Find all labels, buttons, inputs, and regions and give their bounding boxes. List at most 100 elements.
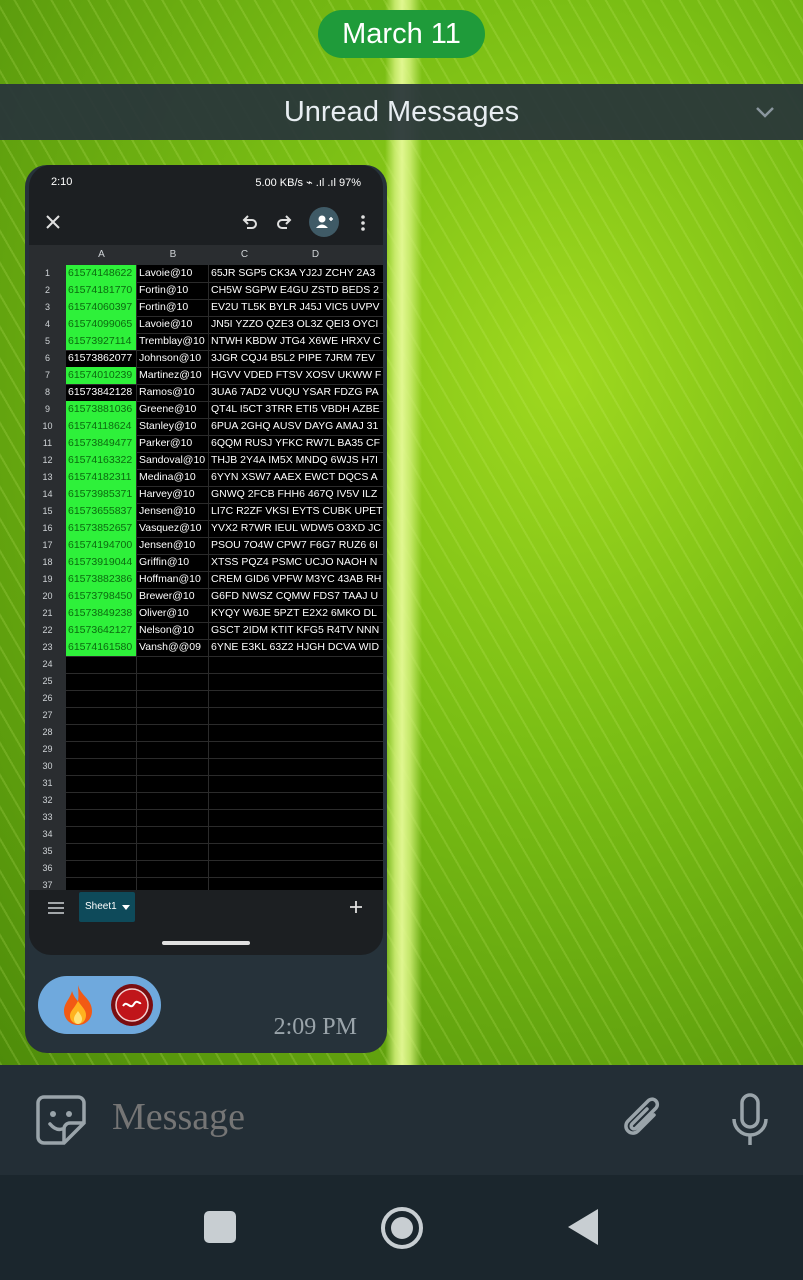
- table-row: 19 61573882386 Hoffman@10 CREM GID6 VPFW M3…: [29, 571, 383, 589]
- row-number: 26: [29, 690, 66, 707]
- row-number: 1: [29, 265, 66, 282]
- cell-code: HGVV VDED FTSV XOSV UKWW F: [211, 369, 382, 381]
- cell-phone-number: 61573842128: [66, 384, 137, 401]
- row-number: 2: [29, 282, 66, 299]
- row-number: 21: [29, 605, 66, 622]
- row-number: 18: [29, 554, 66, 571]
- table-row: 14 61573985371 Harvey@10 GNWQ 2FCB FHH6 467…: [29, 486, 383, 504]
- table-row: 22 61573642127 Nelson@10 GSCT 2IDM KTIT KFG…: [29, 622, 383, 640]
- cell-phone-number: 61573849477: [66, 435, 137, 452]
- row-number: 9: [29, 401, 66, 418]
- table-row: 16 61573852657 Vasquez@10 YVX2 R7WR IEUL WD…: [29, 520, 383, 538]
- cell-code: XTSS PQZ4 PSMC UCJO NAOH N: [211, 556, 378, 568]
- empty-cell: [209, 758, 383, 775]
- sheet-toolbar: [29, 201, 383, 245]
- cell-password: Lavoie@10: [137, 265, 209, 282]
- sheet-tab-label: Sheet1: [85, 901, 117, 912]
- date-pill: March 11: [318, 10, 485, 58]
- table-row: 20 61573798450 Brewer@10 G6FD NWSZ CQMW FDS…: [29, 588, 383, 606]
- empty-cell: [66, 656, 137, 673]
- row-number: 8: [29, 384, 66, 401]
- row-number: 4: [29, 316, 66, 333]
- row-number: 20: [29, 588, 66, 605]
- unread-messages-bar[interactable]: Unread Messages: [0, 84, 803, 140]
- add-sheet-icon: [350, 901, 362, 913]
- empty-cell: [137, 809, 209, 826]
- cell-code: LI7C R2ZF VKSI EYTS CUBK UPET: [211, 505, 383, 517]
- cell-phone-number: 61574010239: [66, 367, 137, 384]
- table-row: 17 61574194700 Jensen@10 PSOU 7O4W CPW7 F6G…: [29, 537, 383, 555]
- attach-icon[interactable]: [620, 1095, 666, 1145]
- cell-password: Stanley@10: [137, 418, 209, 435]
- microphone-icon[interactable]: [728, 1093, 772, 1149]
- cell-phone-number: 61574161580: [66, 639, 137, 656]
- empty-cell: [66, 724, 137, 741]
- sheet-tab-bar: Sheet1: [29, 890, 383, 930]
- row-number: 31: [29, 775, 66, 792]
- cell-password: Oliver@10: [137, 605, 209, 622]
- cell-password: Vansh@@09: [137, 639, 209, 656]
- cell-code: QT4L I5CT 3TRR ETI5 VBDH AZBE: [211, 403, 380, 415]
- message-bubble[interactable]: 2:10 5.00 KB/s ⌁ .ıl .ıl 97% A B C D 1 61…: [25, 165, 387, 1053]
- empty-cell: [66, 758, 137, 775]
- message-input[interactable]: [112, 1095, 582, 1139]
- row-number: 35: [29, 843, 66, 860]
- recents-icon[interactable]: [204, 1211, 236, 1243]
- row-number: 12: [29, 452, 66, 469]
- row-number: 3: [29, 299, 66, 316]
- sticker-emoji-icon[interactable]: [34, 1093, 88, 1147]
- cell-code: NTWH KBDW JTG4 X6WE HRXV C: [211, 335, 381, 347]
- corner-cell: [29, 245, 67, 265]
- cell-code: 3JGR CQJ4 B5L2 PIPE 7JRM 7EV: [211, 352, 375, 364]
- empty-cell: [209, 673, 383, 690]
- row-number: 32: [29, 792, 66, 809]
- cell-code: G6FD NWSZ CQMW FDS7 TAAJ U: [211, 590, 379, 602]
- empty-row: 35: [29, 843, 383, 861]
- cell-password: Martinez@10: [137, 367, 209, 384]
- row-number: 6: [29, 350, 66, 367]
- empty-row: 36: [29, 860, 383, 878]
- cell-phone-number: 61573798450: [66, 588, 137, 605]
- cell-code: CH5W SGPW E4GU ZSTD BEDS 2: [211, 284, 380, 296]
- empty-cell: [66, 741, 137, 758]
- column-header: D: [280, 245, 352, 265]
- chevron-down-icon[interactable]: [755, 102, 775, 122]
- cell-code: YVX2 R7WR IEUL WDW5 O3XD JC: [211, 522, 381, 534]
- row-number: 24: [29, 656, 66, 673]
- sticker-icon: [111, 984, 153, 1026]
- table-row: 1 61574148622 Lavoie@10 65JR SGP5 CK3A YJ2J…: [29, 265, 383, 283]
- row-number: 22: [29, 622, 66, 639]
- row-number: 16: [29, 520, 66, 537]
- home-indicator: [162, 941, 250, 945]
- empty-cell: [66, 860, 137, 877]
- cell-code: JN5I YZZO QZE3 OL3Z QEI3 OYCI: [211, 318, 379, 330]
- cell-code: KYQY W6JE 5PZT E2X2 6MKO DL: [211, 607, 377, 619]
- column-header-empty: [351, 245, 383, 265]
- cell-phone-number: 61574182311: [66, 469, 137, 486]
- reaction-pill[interactable]: [38, 976, 161, 1034]
- empty-row: 30: [29, 758, 383, 776]
- cell-password: Tremblay@10: [137, 333, 209, 350]
- row-number: 27: [29, 707, 66, 724]
- row-number: 33: [29, 809, 66, 826]
- home-icon[interactable]: [379, 1205, 425, 1251]
- cell-password: Hoffman@10: [137, 571, 209, 588]
- back-icon[interactable]: [566, 1207, 600, 1247]
- more-vert-icon: [361, 215, 365, 231]
- cell-password: Parker@10: [137, 435, 209, 452]
- row-number: 17: [29, 537, 66, 554]
- empty-cell: [66, 673, 137, 690]
- cell-password: Vasquez@10: [137, 520, 209, 537]
- all-sheets-icon: [48, 902, 64, 914]
- screenshot-image[interactable]: 2:10 5.00 KB/s ⌁ .ıl .ıl 97% A B C D 1 61…: [29, 165, 383, 955]
- cell-code: CREM GID6 VPFW M3YC 43AB RH: [211, 573, 382, 585]
- table-row: 8 61573842128 Ramos@10 3UA6 7AD2 VUQU YSAR …: [29, 384, 383, 402]
- cell-password: Jensen@10: [137, 537, 209, 554]
- table-row: 5 61573927114 Tremblay@10 NTWH KBDW JTG4 X6…: [29, 333, 383, 351]
- cell-password: Jensen@10: [137, 503, 209, 520]
- row-number: 5: [29, 333, 66, 350]
- cell-phone-number: 61573849238: [66, 605, 137, 622]
- row-number: 15: [29, 503, 66, 520]
- cell-password: Greene@10: [137, 401, 209, 418]
- system-nav-bar: [0, 1175, 803, 1280]
